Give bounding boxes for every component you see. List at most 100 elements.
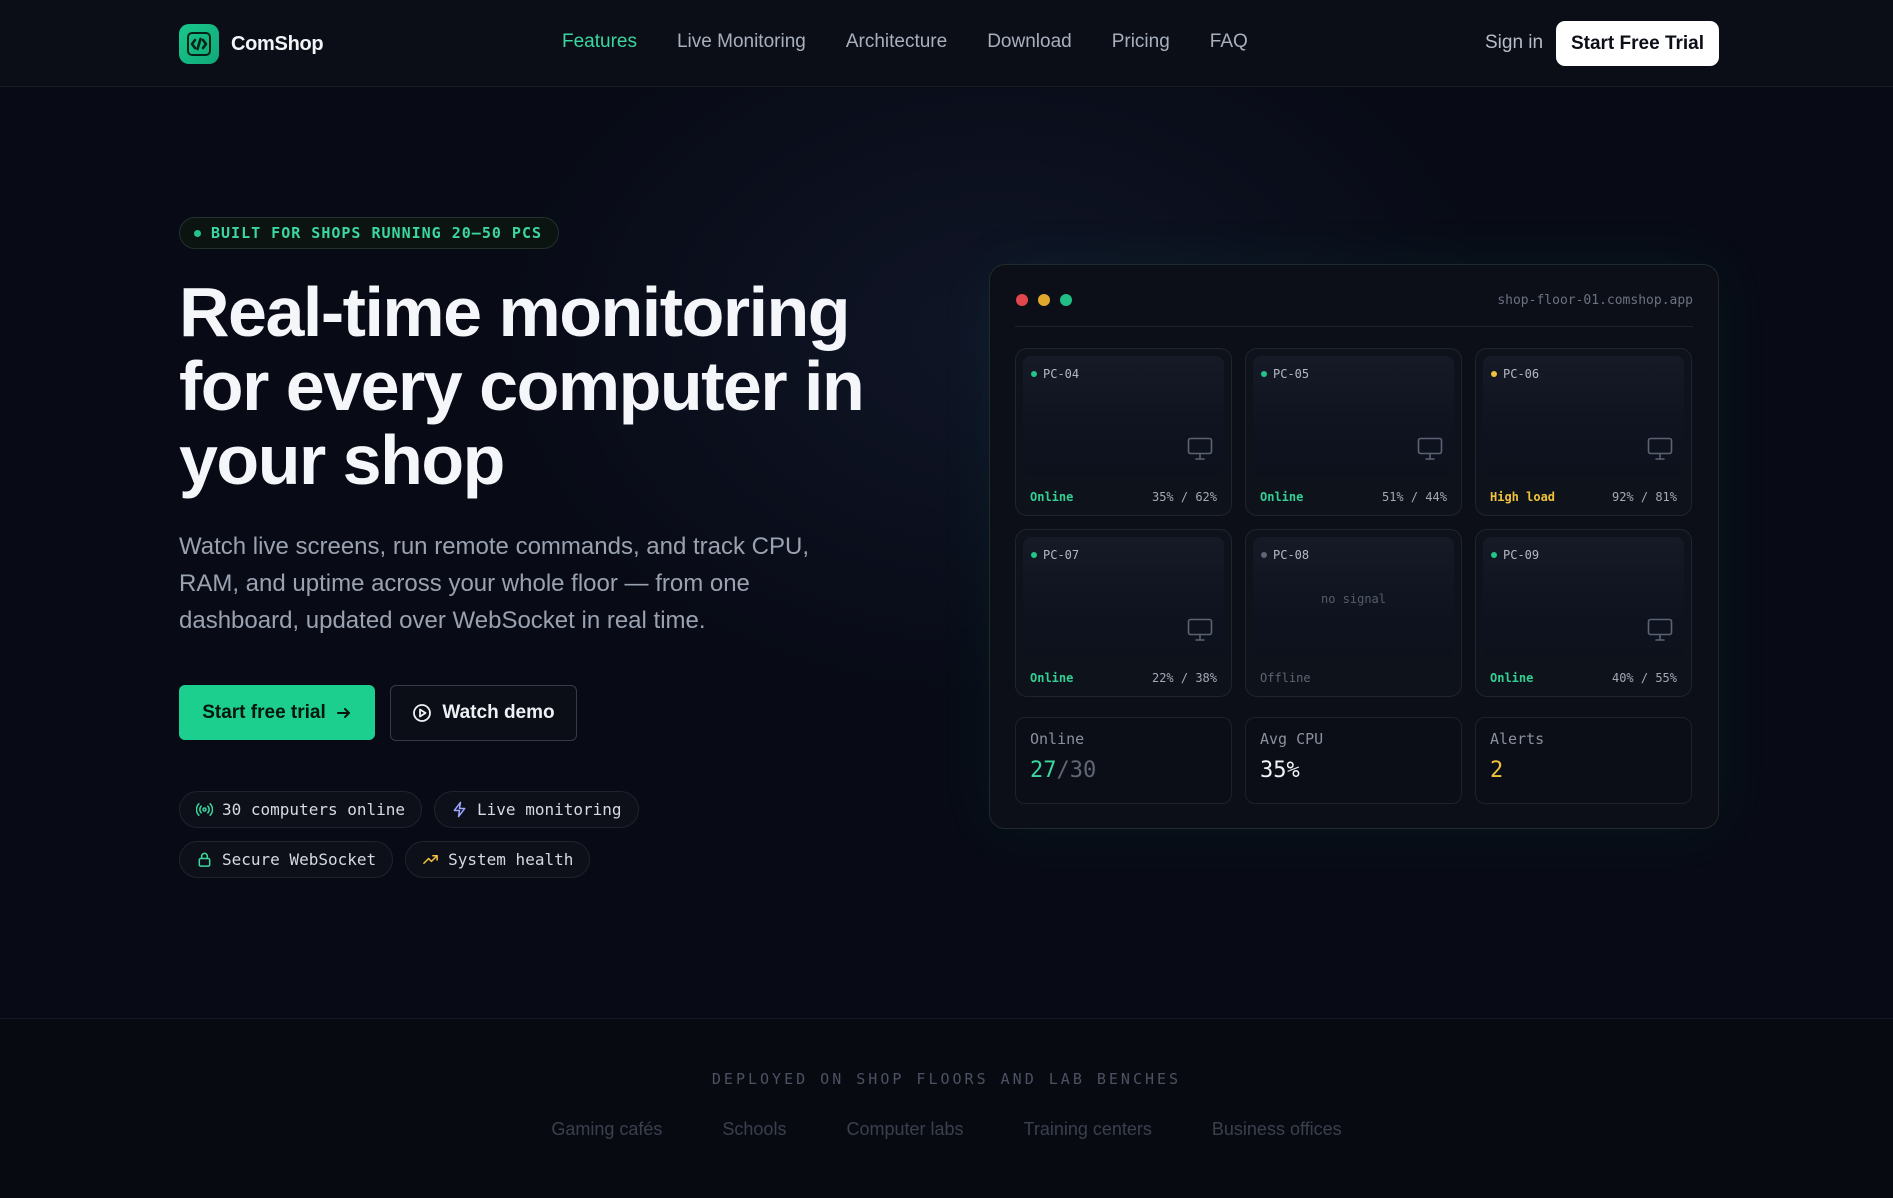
- pc-status: Offline: [1260, 671, 1311, 685]
- stat-online: Online 27/30: [1015, 717, 1232, 804]
- hero-headline: Real-time monitoring for every computer …: [179, 273, 865, 499]
- pc-card-pc-04[interactable]: PC-04 Online 35% / 62%: [1015, 348, 1232, 516]
- code-logo-icon: [179, 24, 219, 64]
- status-dot-icon: [1491, 552, 1497, 558]
- hero-badge-text: BUILT FOR SHOPS RUNNING 20–50 PCS: [211, 224, 543, 242]
- nav-link-pricing[interactable]: Pricing: [1112, 31, 1170, 53]
- pc-status: Online: [1030, 671, 1074, 685]
- lightning-icon: [453, 801, 466, 818]
- stat-label: Alerts: [1490, 730, 1545, 748]
- pc-card-pc-05[interactable]: PC-05 Online 51% / 44%: [1245, 348, 1462, 516]
- pc-cpu-ram-metric: 51% / 44%: [1381, 490, 1447, 504]
- pill-label: System health: [448, 850, 574, 869]
- monitor-icon: [1647, 618, 1673, 641]
- monitor-icon: [1187, 618, 1213, 641]
- stat-value: 27/30: [1030, 758, 1217, 783]
- lock-icon: [198, 852, 211, 867]
- stat-value: 2: [1490, 758, 1504, 783]
- start-free-trial-button[interactable]: Start Free Trial: [1556, 21, 1719, 66]
- pc-name: PC-08: [1261, 548, 1309, 562]
- start-free-trial-label: Start free trial: [202, 701, 326, 723]
- hero-badge: BUILT FOR SHOPS RUNNING 20–50 PCS: [179, 217, 560, 249]
- hero-subtext: Watch live screens, run remote commands,…: [179, 533, 809, 634]
- monitor-icon: [1647, 437, 1673, 460]
- pc-status: Online: [1490, 671, 1534, 685]
- pc-card-pc-07[interactable]: PC-07 Online 22% / 38%: [1015, 529, 1232, 697]
- pc-name: PC-07: [1031, 548, 1079, 562]
- maximize-dot-icon: [1060, 294, 1072, 306]
- pc-name-text: PC-08: [1273, 548, 1310, 562]
- divider: [1015, 326, 1693, 327]
- play-circle-icon: [413, 704, 432, 722]
- pill-label: 30 computers online: [222, 800, 406, 819]
- pc-grid: PC-04 Online 35% / 62% PC-05 Online 51% / 44%…: [1015, 348, 1692, 697]
- watch-demo-button[interactable]: Watch demo: [390, 685, 577, 741]
- nav-link-features[interactable]: Features: [562, 31, 637, 53]
- pc-name-text: PC-04: [1043, 367, 1080, 381]
- pill-system-health: System health: [405, 841, 591, 878]
- nav-links: Features Live Monitoring Architecture Do…: [562, 31, 1248, 53]
- brand[interactable]: ComShop: [179, 24, 324, 64]
- pc-name-text: PC-07: [1043, 548, 1080, 562]
- status-dot-icon: [1491, 371, 1497, 377]
- watch-demo-label: Watch demo: [442, 702, 555, 723]
- monitor-icon: [1417, 437, 1443, 460]
- signal-icon: [196, 803, 213, 816]
- nav-link-live-monitoring[interactable]: Live Monitoring: [677, 31, 806, 53]
- brand-name: ComShop: [231, 32, 324, 55]
- dashboard-preview: shop-floor-01.comshop.app PC-04 Online 35%…: [989, 264, 1719, 829]
- online-count: 27: [1030, 758, 1057, 783]
- pill-computers-online: 30 computers online: [179, 791, 423, 828]
- dashboard-url: shop-floor-01.comshop.app: [1497, 293, 1693, 308]
- stat-label: Online: [1030, 730, 1085, 748]
- nav-link-faq[interactable]: FAQ: [1210, 31, 1248, 53]
- status-dot-icon: [1261, 552, 1267, 558]
- feature-pills: 30 computers online Live monitoring Secu…: [179, 791, 859, 878]
- nav-link-architecture[interactable]: Architecture: [846, 31, 947, 53]
- pc-status: High load: [1490, 490, 1556, 504]
- nav-link-download[interactable]: Download: [987, 31, 1072, 53]
- pc-name-text: PC-06: [1503, 367, 1540, 381]
- stat-value: 35%: [1260, 758, 1300, 783]
- sign-in-link[interactable]: Sign in: [1485, 32, 1543, 54]
- pill-label: Secure WebSocket: [222, 850, 377, 869]
- status-dot-icon: [194, 229, 201, 237]
- stats-row: Online 27/30 Avg CPU 35% Alerts 2: [1015, 717, 1692, 804]
- pill-live-monitoring: Live monitoring: [434, 791, 639, 828]
- status-dot-icon: [1261, 371, 1267, 377]
- stat-avg-cpu: Avg CPU 35%: [1245, 717, 1462, 804]
- top-nav: ComShop Features Live Monitoring Archite…: [0, 0, 1893, 87]
- deployed-title: DEPLOYED ON SHOP FLOORS AND LAB BENCHES: [711, 1070, 1182, 1088]
- pc-card-pc-06[interactable]: PC-06 High load 92% / 81%: [1475, 348, 1692, 516]
- pc-name: PC-04: [1031, 367, 1079, 381]
- pc-name-text: PC-09: [1503, 548, 1540, 562]
- minimize-dot-icon: [1038, 294, 1050, 306]
- no-signal-text: no signal: [1320, 592, 1387, 606]
- pc-status: Online: [1260, 490, 1304, 504]
- deployed-item: Computer labs: [846, 1119, 964, 1139]
- deployed-item: Schools: [722, 1119, 787, 1139]
- pc-card-pc-09[interactable]: PC-09 Online 40% / 55%: [1475, 529, 1692, 697]
- pc-name-text: PC-05: [1273, 367, 1310, 381]
- deployed-item: Gaming cafés: [551, 1119, 663, 1139]
- pill-secure-websocket: Secure WebSocket: [179, 841, 394, 878]
- start-free-trial-cta[interactable]: Start free trial: [179, 685, 375, 740]
- pc-name: PC-09: [1491, 548, 1539, 562]
- pill-label: Live monitoring: [477, 800, 622, 819]
- status-dot-icon: [1031, 371, 1037, 377]
- deployed-item: Training centers: [1023, 1119, 1152, 1139]
- pc-cpu-ram-metric: 92% / 81%: [1611, 490, 1677, 504]
- pc-card-pc-08[interactable]: PC-08 no signal Offline: [1245, 529, 1462, 697]
- pc-name: PC-06: [1491, 367, 1539, 381]
- pc-status: Online: [1030, 490, 1074, 504]
- stat-label: Avg CPU: [1260, 730, 1324, 748]
- deployed-item: Business offices: [1211, 1119, 1342, 1139]
- monitor-icon: [1187, 437, 1213, 460]
- trend-up-icon: [423, 854, 438, 865]
- close-dot-icon: [1016, 294, 1028, 306]
- deployed-band: [0, 1018, 1893, 1198]
- stat-alerts: Alerts 2: [1475, 717, 1692, 804]
- pc-cpu-ram-metric: 22% / 38%: [1151, 671, 1217, 685]
- pc-cpu-ram-metric: 35% / 62%: [1151, 490, 1217, 504]
- online-total: /30: [1056, 758, 1097, 783]
